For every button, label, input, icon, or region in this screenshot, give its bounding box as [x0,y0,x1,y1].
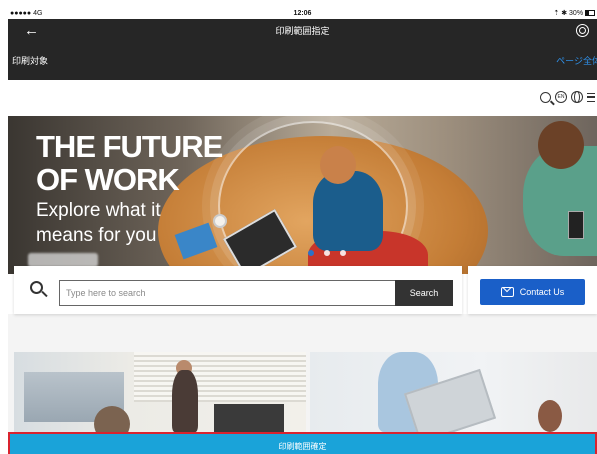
hero-woman-head [320,146,356,184]
confirm-print-range-button[interactable]: 印刷範囲確定 [8,432,597,454]
carousel-dot[interactable] [308,250,314,256]
card-window-blinds [134,352,306,402]
hero-woman [313,171,383,251]
contact-us-label: Contact Us [519,287,565,297]
website-header: EN [8,80,597,116]
carousel-dots [308,250,346,256]
blurred-logo [28,253,98,267]
promo-card-office[interactable] [14,352,306,432]
print-target-label: 印刷対象 [12,56,49,66]
search-button[interactable]: Search [395,280,453,306]
search-input[interactable] [59,280,395,306]
status-time: 12:06 [293,10,312,17]
hero-text: THE FUTURE OF WORK Explore what it means… [36,129,223,246]
search-icon [30,281,43,294]
device-screen: ●●●●● 4G 12:06 ⇡ ✱ 30% ← 印刷範囲指定 印刷対象 ページ… [8,8,597,454]
search-panel: Search [14,266,462,314]
hero-subline-1: Explore what it [36,200,161,221]
status-right: ⇡ ✱ 30% [553,8,595,19]
print-target-bar: 印刷対象 ページ全体 [8,44,597,80]
hero-phone [568,211,584,239]
promo-card-device[interactable] [310,352,597,432]
hero-banner[interactable]: THE FUTURE OF WORK Explore what it means… [8,116,597,274]
hero-headline-line1: THE FUTURE [36,129,223,164]
header-icons: EN [540,91,595,103]
nav-title: 印刷範囲指定 [275,26,330,36]
card-man [94,406,130,432]
hero-man-head [538,121,584,169]
card-printer [214,404,284,432]
battery-icon [585,10,595,17]
menu-icon[interactable] [587,92,595,102]
contact-us-button[interactable]: Contact Us [480,279,585,305]
contact-panel: Contact Us [468,266,597,314]
carousel-dot[interactable] [324,250,330,256]
search-icon[interactable] [540,91,551,103]
globe-icon[interactable] [571,91,583,103]
mail-icon [500,287,514,297]
hero-headline-line2: OF WORK [36,162,180,197]
card-woman [538,400,562,432]
share-icon[interactable] [576,24,589,37]
whole-page-link[interactable]: ページ全体 [556,54,597,67]
status-bar: ●●●●● 4G 12:06 ⇡ ✱ 30% [8,8,597,19]
battery-text: ⇡ ✱ 30% [553,10,584,17]
navigation-bar: ← 印刷範囲指定 [8,19,597,44]
hero-subline-2: means for you [36,225,157,246]
card-woman [172,370,198,432]
language-badge-icon[interactable]: EN [555,91,567,103]
carousel-dot[interactable] [340,250,346,256]
